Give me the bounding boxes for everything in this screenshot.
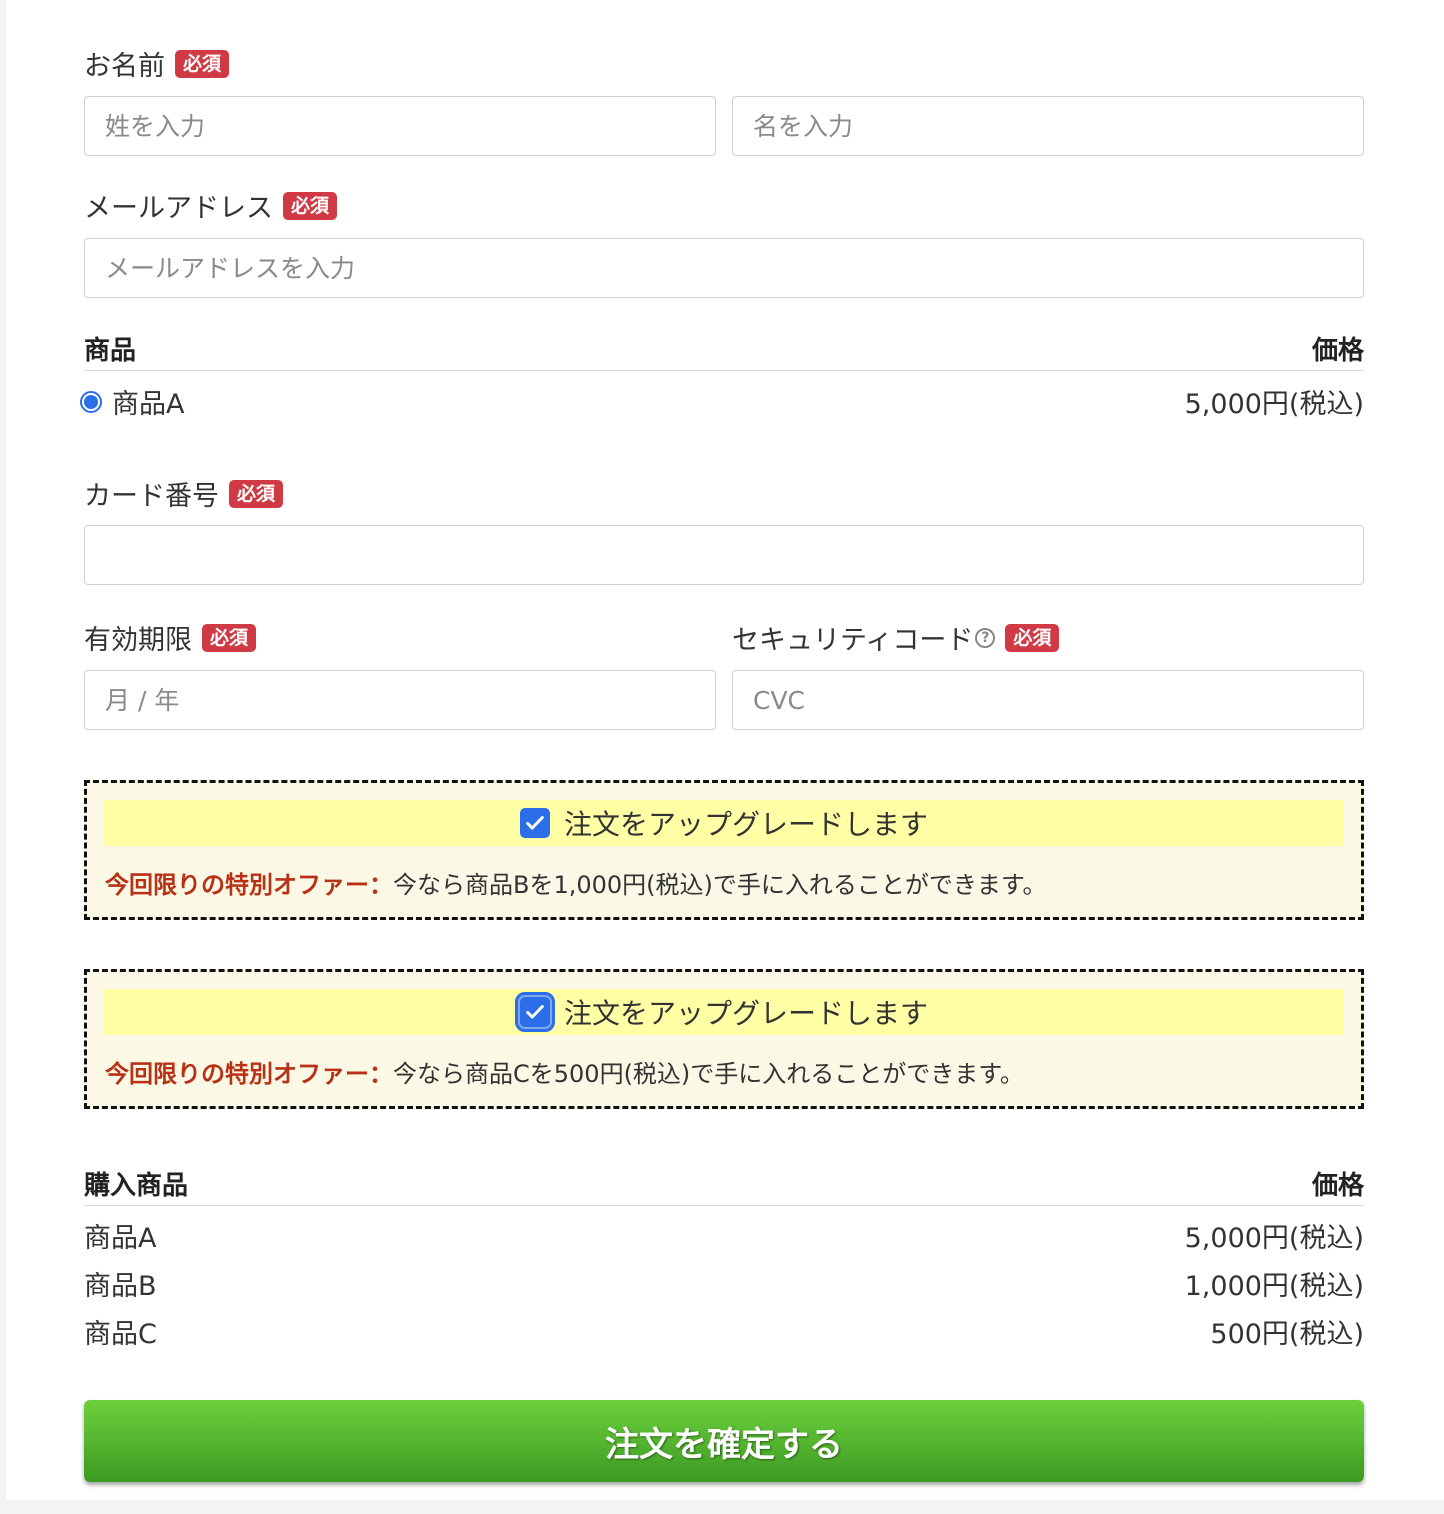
upsell-checkbox-label: 注文をアップグレードします	[563, 997, 928, 1030]
question-circle-icon[interactable]: ?	[975, 627, 996, 648]
product-column-header: 商品	[84, 336, 137, 366]
expiry-label: 有効期限 必須	[84, 618, 257, 657]
summary-price-header: 価格	[1311, 1171, 1364, 1201]
summary-product-name: 商品B	[84, 1271, 157, 1302]
required-badge: 必須	[283, 191, 338, 220]
name-label: お名前 必須	[84, 44, 230, 83]
card-number-label-text: カード番号	[84, 481, 219, 512]
summary-row: 商品C 500円(税込)	[84, 1312, 1364, 1352]
cvc-label: セキュリティコード ? 必須	[732, 618, 1060, 657]
summary-row: 商品A 5,000円(税込)	[84, 1216, 1364, 1256]
product-table-header: 商品 価格	[84, 330, 1364, 371]
check-icon	[526, 816, 544, 830]
summary-product-name: 商品A	[84, 1223, 157, 1254]
page: お名前 必須 メールアドレス 必須 商品 価格 商品A 5,000円(税込) カ…	[6, 0, 1444, 1500]
summary-table-header: 購入商品 価格	[84, 1165, 1364, 1206]
required-badge: 必須	[229, 479, 284, 508]
name-label-text: お名前	[84, 51, 165, 82]
upsell-checkbox[interactable]	[514, 992, 555, 1032]
product-row[interactable]: 商品A 5,000円(税込)	[80, 382, 1364, 422]
last-name-input[interactable]	[84, 96, 716, 156]
upsell-checkbox-row[interactable]: 注文をアップグレードします	[104, 800, 1344, 846]
summary-product-price: 500円(税込)	[1210, 1319, 1364, 1350]
offer-highlight: 今回限りの特別オファー：	[105, 1060, 393, 1088]
product-radio[interactable]	[80, 390, 102, 413]
email-input[interactable]	[84, 238, 1364, 298]
upsell-checkbox-row[interactable]: 注文をアップグレードします	[104, 989, 1344, 1035]
product-name: 商品A	[112, 389, 185, 420]
expiry-label-text: 有効期限	[84, 625, 192, 656]
price-column-header: 価格	[1311, 336, 1364, 366]
check-icon	[526, 1005, 544, 1019]
upsell-checkbox[interactable]	[519, 808, 550, 838]
upsell-box-1: 注文をアップグレードします 今回限りの特別オファー：今なら商品Bを1,000円(…	[84, 780, 1364, 920]
required-badge: 必須	[1005, 623, 1060, 652]
required-badge: 必須	[202, 623, 257, 652]
offer-highlight: 今回限りの特別オファー：	[105, 871, 393, 899]
required-badge: 必須	[175, 49, 230, 78]
expiry-input[interactable]	[84, 670, 716, 730]
cvc-input[interactable]	[732, 670, 1364, 730]
summary-row: 商品B 1,000円(税込)	[84, 1264, 1364, 1304]
summary-product-name: 商品C	[84, 1319, 157, 1350]
email-label: メールアドレス 必須	[84, 186, 338, 225]
summary-product-price: 5,000円(税込)	[1184, 1223, 1364, 1254]
summary-product-price: 1,000円(税込)	[1184, 1271, 1364, 1302]
email-label-text: メールアドレス	[84, 193, 273, 224]
upsell-box-2: 注文をアップグレードします 今回限りの特別オファー：今なら商品Cを500円(税込…	[84, 969, 1364, 1109]
offer-text: 今なら商品Bを1,000円(税込)で手に入れることができます。	[393, 871, 1047, 899]
upsell-checkbox-label: 注文をアップグレードします	[563, 808, 928, 841]
upsell-offer: 今回限りの特別オファー：今なら商品Cを500円(税込)で手に入れることができます…	[105, 1054, 1024, 1089]
product-price: 5,000円(税込)	[1184, 389, 1364, 420]
confirm-order-button[interactable]: 注文を確定する	[84, 1400, 1364, 1482]
cvc-label-text: セキュリティコード	[732, 625, 974, 656]
upsell-offer: 今回限りの特別オファー：今なら商品Bを1,000円(税込)で手に入れることができ…	[105, 865, 1047, 900]
card-number-input[interactable]	[84, 525, 1364, 585]
card-number-label: カード番号 必須	[84, 474, 284, 513]
offer-text: 今なら商品Cを500円(税込)で手に入れることができます。	[393, 1060, 1024, 1088]
first-name-input[interactable]	[732, 96, 1364, 156]
product-option[interactable]: 商品A	[80, 382, 185, 421]
summary-product-header: 購入商品	[84, 1171, 189, 1201]
